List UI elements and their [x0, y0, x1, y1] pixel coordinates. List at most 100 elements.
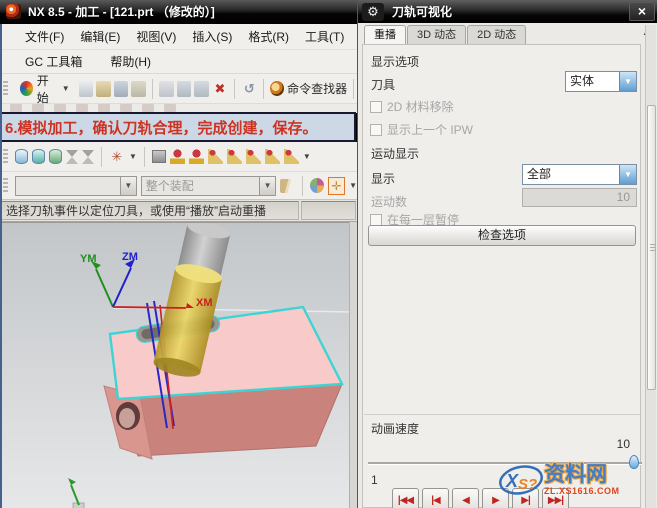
- panel-title: 刀轨可视化: [392, 5, 453, 19]
- animation-speed-header: 动画速度: [371, 422, 420, 436]
- checkbox-show-previous-ipw[interactable]: 显示上一个 IPW: [370, 121, 473, 138]
- undo-icon[interactable]: ↺: [241, 81, 257, 97]
- menu-file[interactable]: 文件(F): [18, 26, 71, 47]
- save-icon[interactable]: [113, 80, 129, 97]
- window-title: NX 8.5 - 加工 - [121.prt （修改的）]: [28, 5, 215, 19]
- part-top-face[interactable]: [108, 305, 344, 401]
- checkbox-2d-material-removal[interactable]: 2D 材料移除: [370, 98, 454, 115]
- menu-tools[interactable]: 工具(T): [298, 26, 351, 47]
- mill-tool-icon[interactable]: [169, 149, 185, 164]
- checkbox-icon[interactable]: [370, 213, 382, 226]
- panel-header[interactable]: ⚙ 刀轨可视化 ×: [358, 0, 657, 23]
- standard-toolbar: 开始 ▼ ✖ ↺ 命令查找器: [0, 74, 357, 105]
- separator: [302, 175, 303, 196]
- operation-icon-5[interactable]: [283, 149, 299, 164]
- watermark-logo: X S?: [499, 465, 543, 495]
- command-finder-icon[interactable]: [270, 81, 285, 96]
- scrollbar-thumb[interactable]: [647, 105, 656, 390]
- menu-view[interactable]: 视图(V): [129, 26, 183, 47]
- tool-display-combobox[interactable]: 实体 ▼: [565, 71, 637, 92]
- workpiece-icon[interactable]: [151, 150, 166, 163]
- start-button[interactable]: 开始 ▼: [14, 69, 76, 109]
- chevron-down-icon[interactable]: ▼: [119, 176, 136, 195]
- chevron-down-icon[interactable]: ▼: [349, 181, 357, 190]
- section-divider: [364, 414, 640, 415]
- generate-toolpath-icon[interactable]: [15, 149, 28, 164]
- delete-icon[interactable]: ✖: [212, 81, 228, 97]
- selection-scope-combobox[interactable]: 整个装配 ▼: [140, 175, 277, 196]
- gear-icon[interactable]: ⚙: [362, 2, 384, 21]
- menu-help[interactable]: 帮助(H): [103, 51, 158, 72]
- checkbox-icon[interactable]: [370, 123, 382, 136]
- drill-tool-icon[interactable]: [188, 149, 204, 164]
- cue-status-bar: 选择刀轨事件以定位刀具，或使用“播放”启动重播: [0, 200, 357, 222]
- chevron-down-icon[interactable]: ▼: [619, 165, 636, 184]
- operation-icon-2[interactable]: [226, 149, 242, 164]
- panel-scrollbar[interactable]: [645, 25, 656, 508]
- motion-count-label: 运动数: [371, 195, 408, 209]
- step-back-button[interactable]: |◀: [422, 488, 449, 508]
- motion-count-field[interactable]: 10: [522, 188, 637, 207]
- toolbar-grip[interactable]: [3, 177, 8, 194]
- checkbox-label: 显示上一个 IPW: [387, 123, 473, 137]
- add-icon[interactable]: [158, 80, 174, 97]
- chevron-down-icon[interactable]: ▼: [619, 72, 636, 91]
- nx-logo-icon: [6, 4, 21, 19]
- svg-text:S?: S?: [518, 476, 537, 493]
- toolbar-grip[interactable]: [3, 148, 8, 165]
- toolbar-grip[interactable]: [3, 80, 8, 97]
- watermark: X S? 资料网 ZL.XS1616.COM: [498, 455, 657, 505]
- tab-3d-dynamic[interactable]: 3D 动态: [407, 25, 467, 44]
- tab-replay[interactable]: 重播: [364, 25, 406, 44]
- chevron-down-icon[interactable]: ▼: [259, 176, 276, 195]
- selection-filter-combobox[interactable]: ▼: [14, 175, 137, 196]
- ym-axis-label: YM: [80, 253, 97, 265]
- chevron-down-icon[interactable]: ▼: [129, 152, 137, 161]
- operation-icon-1[interactable]: [207, 149, 223, 164]
- graphics-viewport[interactable]: YM ZM XM: [0, 222, 357, 508]
- cue-text: 选择刀轨事件以定位刀具，或使用“播放”启动重播: [1, 201, 299, 220]
- separator: [263, 78, 265, 99]
- menu-bar: 文件(F) 编辑(E) 视图(V) 插入(S) 格式(R) 工具(T) 装配(A…: [0, 24, 400, 50]
- open-file-icon[interactable]: [96, 80, 111, 97]
- separator: [353, 78, 354, 99]
- command-finder-label[interactable]: 命令查找器: [287, 80, 347, 97]
- menu-format[interactable]: 格式(R): [241, 26, 296, 47]
- close-icon[interactable]: ×: [629, 2, 655, 21]
- point-on-face-icon[interactable]: ✛: [328, 176, 346, 195]
- menu-insert[interactable]: 插入(S): [185, 26, 239, 47]
- new-file-icon[interactable]: [78, 80, 94, 97]
- play-reverse-button[interactable]: ◀: [452, 488, 479, 508]
- motion-display-value: 全部: [527, 167, 552, 181]
- status-cell: [301, 201, 356, 220]
- machining-scatter-icon[interactable]: ✳: [109, 149, 125, 165]
- go-to-start-button[interactable]: |◀◀: [392, 488, 419, 508]
- separator: [234, 78, 236, 99]
- operation-icon-4[interactable]: [264, 149, 280, 164]
- panel-tabs: 重播 3D 动态 2D 动态: [364, 25, 527, 44]
- selection-scope-value: 整个装配: [145, 179, 194, 193]
- separator: [143, 146, 145, 167]
- chevron-down-icon[interactable]: ▼: [303, 152, 311, 161]
- paste-icon[interactable]: [194, 80, 209, 97]
- check-options-button[interactable]: 检查选项: [368, 225, 636, 246]
- snap-point-icon[interactable]: [309, 178, 325, 193]
- replay-toolpath-icon[interactable]: [32, 149, 45, 164]
- scrollbar-grip: [650, 244, 655, 252]
- checkbox-label: 2D 材料移除: [387, 100, 454, 114]
- operation-icon-3[interactable]: [245, 149, 261, 164]
- part-icon[interactable]: [131, 80, 147, 97]
- xm-axis-label: XM: [196, 297, 213, 309]
- menu-edit[interactable]: 编辑(E): [73, 26, 127, 47]
- tool-label: 刀具: [371, 78, 396, 92]
- start-label: 开始: [36, 73, 49, 105]
- copy-icon[interactable]: [176, 80, 192, 97]
- postprocess-icon[interactable]: [82, 149, 94, 164]
- verify-toolpath-icon[interactable]: [49, 149, 62, 164]
- tab-2d-dynamic[interactable]: 2D 动态: [467, 25, 527, 44]
- checkbox-icon[interactable]: [370, 100, 382, 113]
- motion-display-combobox[interactable]: 全部 ▼: [522, 164, 637, 185]
- panel-splitter[interactable]: [349, 222, 357, 508]
- list-toolpath-icon[interactable]: [66, 149, 78, 164]
- highlight-icon[interactable]: [280, 178, 296, 193]
